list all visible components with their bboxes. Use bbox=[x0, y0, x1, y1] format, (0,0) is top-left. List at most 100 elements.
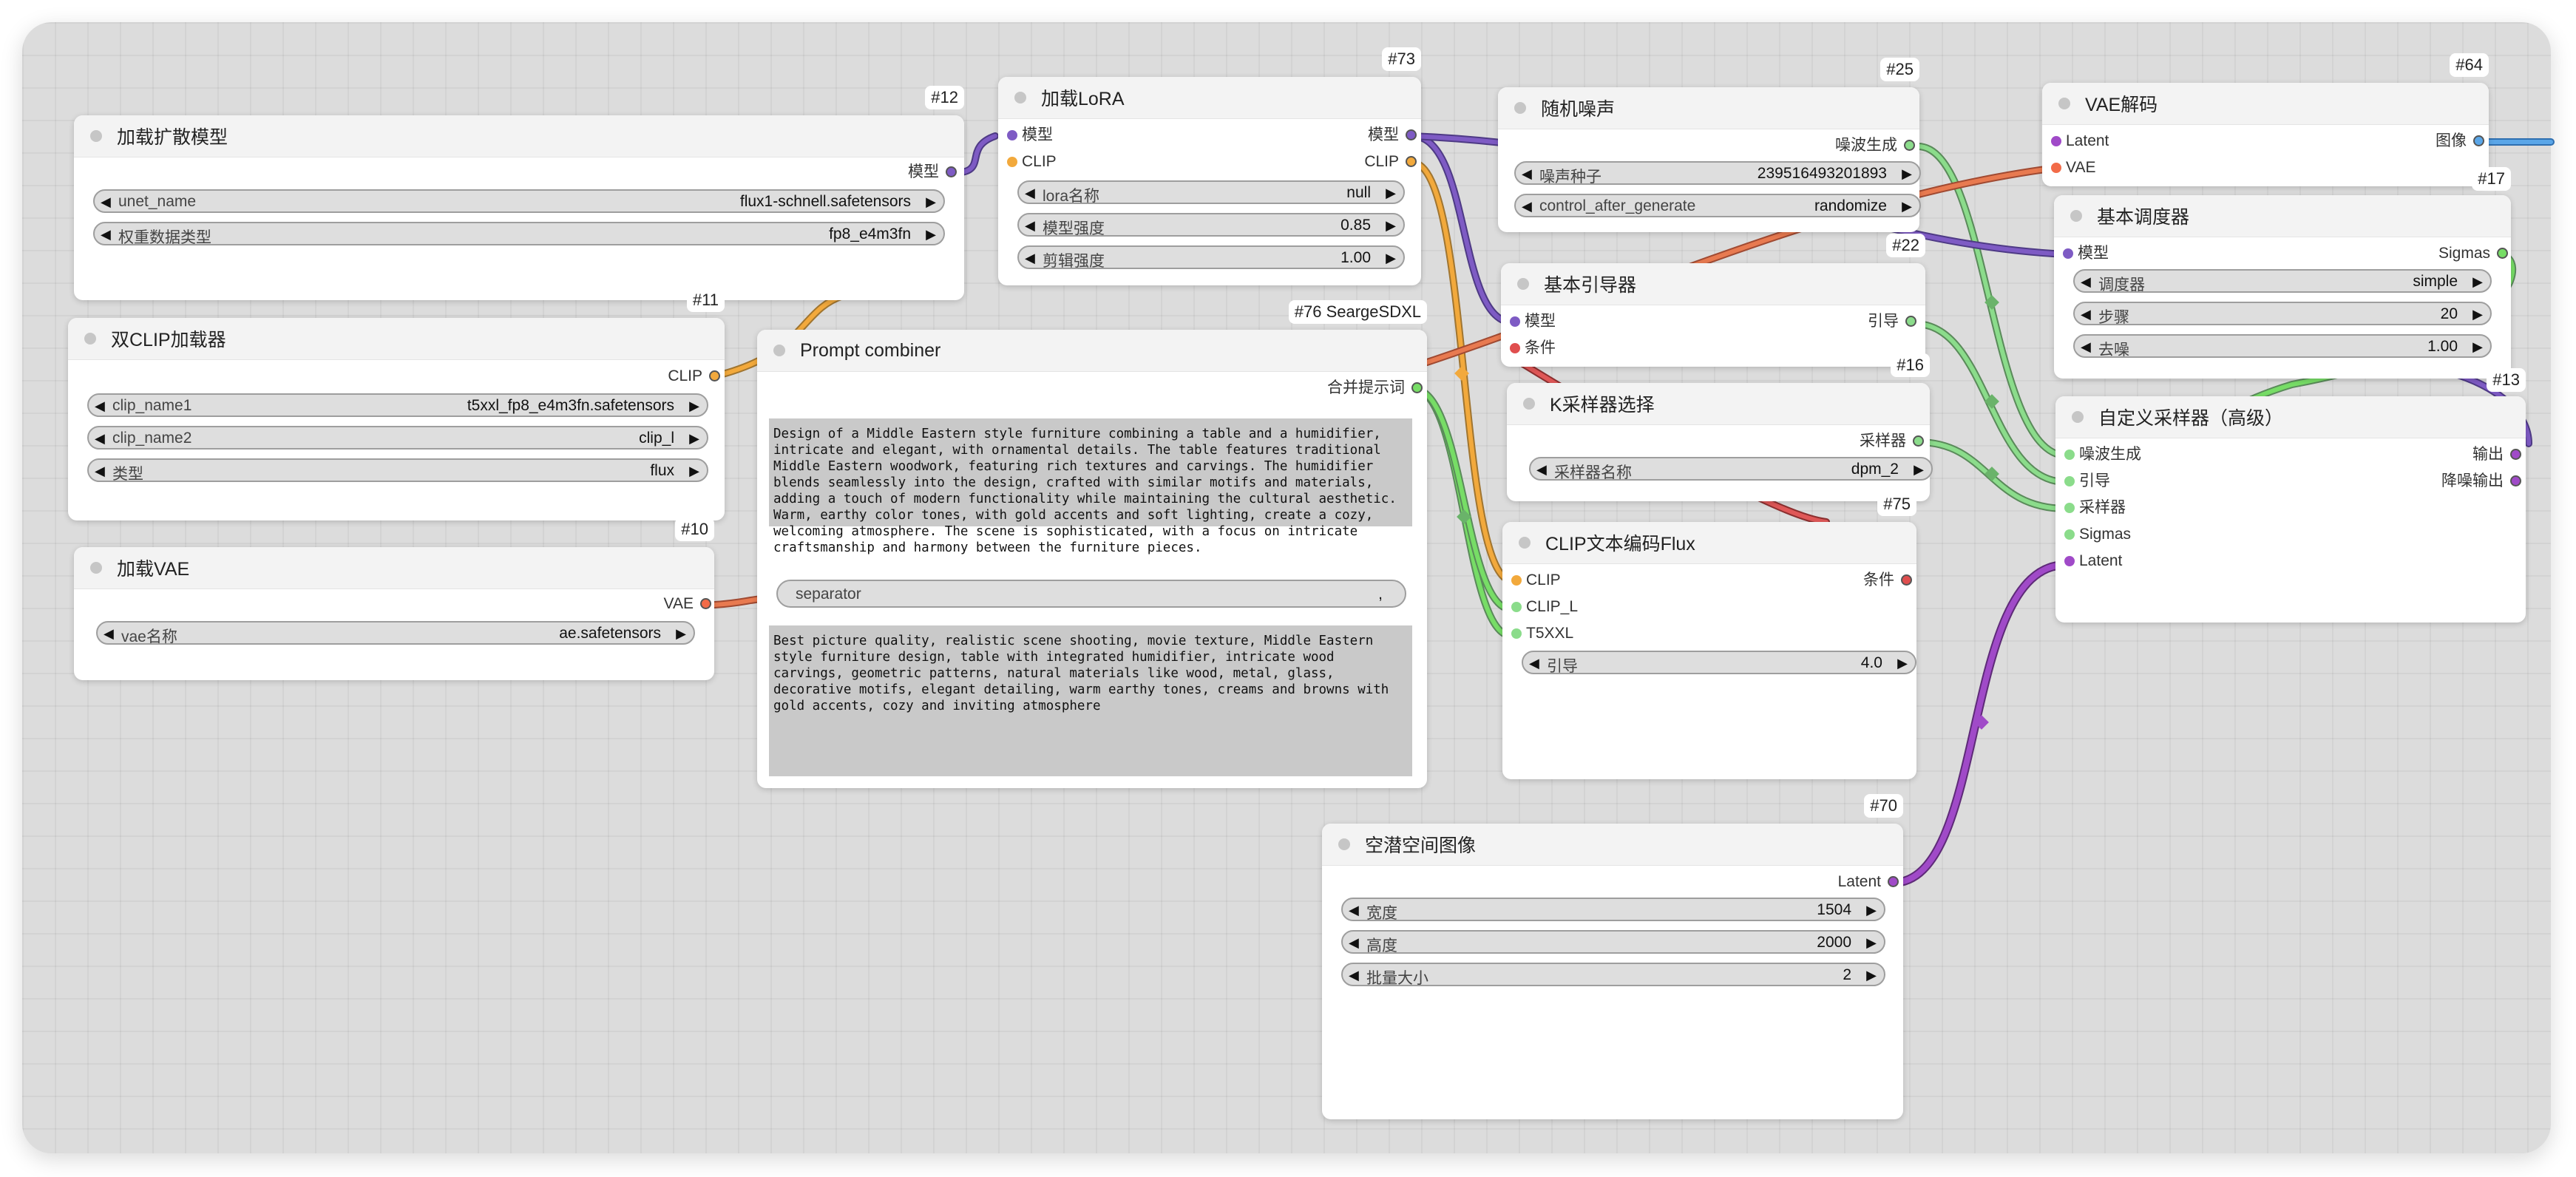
collapse-dot-icon[interactable] bbox=[90, 130, 102, 142]
input-conditioning[interactable]: 条件 bbox=[1510, 339, 1556, 358]
collapse-dot-icon[interactable] bbox=[1514, 102, 1526, 114]
widget-scheduler[interactable]: ◀ 调度器 simple ▶ bbox=[2073, 269, 2492, 294]
widget-lora-name[interactable]: ◀ lora名称 null ▶ bbox=[1017, 180, 1405, 205]
output-dot-icon[interactable] bbox=[1905, 316, 1916, 327]
node-load-vae[interactable]: #10 加载VAE VAE ◀ vae名称 ae.safetensors ▶ bbox=[74, 518, 714, 680]
output-dot-icon[interactable] bbox=[2497, 248, 2508, 259]
input-dot-icon[interactable] bbox=[1007, 157, 1017, 167]
input-sampler[interactable]: 采样器 bbox=[2064, 498, 2126, 518]
arrow-left-icon[interactable]: ◀ bbox=[101, 192, 111, 211]
output-dot-icon[interactable] bbox=[700, 598, 711, 609]
input-t5xxl[interactable]: T5XXL bbox=[1511, 624, 1573, 643]
collapse-dot-icon[interactable] bbox=[1014, 92, 1026, 104]
widget-clip-strength[interactable]: ◀ 剪辑强度 1.00 ▶ bbox=[1017, 245, 1405, 270]
widget-control-after-generate[interactable]: ◀ control_after_generate randomize ▶ bbox=[1514, 194, 1921, 217]
input-clip[interactable]: CLIP bbox=[1511, 571, 1561, 590]
arrow-left-icon[interactable]: ◀ bbox=[101, 225, 111, 244]
input-dot-icon[interactable] bbox=[2051, 136, 2061, 146]
node-vae-decode[interactable]: #64 VAE解码 Latent VAE 图像 bbox=[2042, 53, 2489, 186]
widget-steps[interactable]: ◀ 步骤 20 ▶ bbox=[2073, 302, 2492, 326]
widget-noise-seed[interactable]: ◀ 噪声种子 239516493201893 ▶ bbox=[1514, 161, 1921, 186]
separator-field[interactable]: separator , bbox=[776, 580, 1406, 608]
arrow-right-icon[interactable]: ▶ bbox=[676, 624, 686, 643]
output-dot-icon[interactable] bbox=[1406, 129, 1417, 140]
output-noise[interactable]: 噪波生成 bbox=[1835, 136, 1915, 155]
node-empty-latent-image[interactable]: #70 空潜空间图像 Latent ◀ 宽度 1504 ▶ ◀ 高度 2000 … bbox=[1322, 794, 1903, 1119]
node-sampler-custom-advanced[interactable]: #13 自定义采样器（高级） 噪波生成 引导 采样器 Sigmas Latent… bbox=[2055, 368, 2526, 623]
input-dot-icon[interactable] bbox=[2064, 556, 2075, 566]
input-noise[interactable]: 噪波生成 bbox=[2064, 445, 2141, 464]
arrow-right-icon[interactable]: ▶ bbox=[1386, 183, 1396, 203]
node-random-noise[interactable]: #25 随机噪声 噪波生成 ◀ 噪声种子 239516493201893 ▶ ◀… bbox=[1498, 58, 1921, 232]
widget-model-strength[interactable]: ◀ 模型强度 0.85 ▶ bbox=[1017, 213, 1405, 237]
collapse-dot-icon[interactable] bbox=[2072, 411, 2084, 423]
output-dot-icon[interactable] bbox=[1901, 574, 1912, 586]
collapse-dot-icon[interactable] bbox=[90, 562, 102, 574]
arrow-left-icon[interactable]: ◀ bbox=[1349, 900, 1359, 920]
output-dot-icon[interactable] bbox=[2510, 475, 2521, 486]
widget-clip-name2[interactable]: ◀ clip_name2 clip_l ▶ bbox=[87, 426, 708, 450]
collapse-dot-icon[interactable] bbox=[1517, 278, 1529, 290]
widget-clip-name1[interactable]: ◀ clip_name1 t5xxl_fp8_e4m3fn.safetensor… bbox=[87, 393, 708, 417]
node-title-bar[interactable]: 随机噪声 bbox=[1498, 87, 1919, 129]
output-dot-icon[interactable] bbox=[709, 370, 720, 381]
output-denoised[interactable]: 降噪输出 bbox=[2441, 472, 2521, 491]
widget-guidance[interactable]: ◀ 引导 4.0 ▶ bbox=[1522, 651, 1916, 675]
arrow-left-icon[interactable]: ◀ bbox=[95, 429, 105, 448]
arrow-right-icon[interactable]: ▶ bbox=[1902, 197, 1912, 216]
input-dot-icon[interactable] bbox=[1511, 628, 1522, 639]
output-dot-icon[interactable] bbox=[1904, 140, 1915, 151]
node-title-bar[interactable]: 空潜空间图像 bbox=[1322, 824, 1903, 866]
collapse-dot-icon[interactable] bbox=[1523, 398, 1535, 410]
output-vae[interactable]: VAE bbox=[664, 594, 711, 614]
arrow-right-icon[interactable]: ▶ bbox=[1897, 654, 1908, 673]
input-guider[interactable]: 引导 bbox=[2064, 472, 2110, 491]
output-dot-icon[interactable] bbox=[2510, 449, 2521, 460]
widget-denoise[interactable]: ◀ 去噪 1.00 ▶ bbox=[2073, 334, 2492, 359]
arrow-left-icon[interactable]: ◀ bbox=[1522, 164, 1532, 183]
arrow-right-icon[interactable]: ▶ bbox=[2472, 305, 2483, 324]
prompt-text-1[interactable]: Design of a Middle Eastern style furnitu… bbox=[769, 418, 1412, 555]
node-basic-guider[interactable]: #22 基本引导器 模型 条件 引导 bbox=[1501, 234, 1925, 367]
input-clip-l[interactable]: CLIP_L bbox=[1511, 597, 1578, 617]
arrow-left-icon[interactable]: ◀ bbox=[1349, 933, 1359, 952]
output-clip[interactable]: CLIP bbox=[1364, 152, 1417, 172]
arrow-left-icon[interactable]: ◀ bbox=[2081, 337, 2091, 356]
widget-unet-name[interactable]: ◀ unet_name flux1-schnell.safetensors ▶ bbox=[93, 189, 945, 213]
collapse-dot-icon[interactable] bbox=[773, 345, 785, 356]
node-title-bar[interactable]: 基本调度器 bbox=[2054, 195, 2511, 237]
node-title-bar[interactable]: VAE解码 bbox=[2042, 83, 2489, 125]
node-title-bar[interactable]: 自定义采样器（高级） bbox=[2055, 396, 2526, 438]
output-guider[interactable]: 引导 bbox=[1868, 312, 1916, 331]
collapse-dot-icon[interactable] bbox=[1338, 838, 1350, 850]
input-dot-icon[interactable] bbox=[1510, 316, 1520, 327]
output-dot-icon[interactable] bbox=[1888, 876, 1899, 887]
output-dot-icon[interactable] bbox=[1406, 156, 1417, 167]
input-dot-icon[interactable] bbox=[2051, 163, 2061, 173]
node-title-bar[interactable]: 加载LoRA bbox=[998, 77, 1421, 119]
node-ksampler-select[interactable]: #16 K采样器选择 采样器 ◀ 采样器名称 dpm_2 ▶ bbox=[1507, 353, 1933, 501]
prompt-text-2[interactable]: Best picture quality, realistic scene sh… bbox=[769, 625, 1412, 776]
arrow-right-icon[interactable]: ▶ bbox=[2472, 337, 2483, 356]
widget-sampler-name[interactable]: ◀ 采样器名称 dpm_2 ▶ bbox=[1529, 457, 1933, 481]
output-sigmas[interactable]: Sigmas bbox=[2438, 244, 2508, 263]
output-conditioning[interactable]: 条件 bbox=[1863, 571, 1912, 590]
input-model[interactable]: 模型 bbox=[2063, 244, 2109, 263]
arrow-right-icon[interactable]: ▶ bbox=[926, 225, 936, 244]
input-dot-icon[interactable] bbox=[2064, 476, 2075, 486]
input-model[interactable]: 模型 bbox=[1510, 312, 1556, 331]
input-dot-icon[interactable] bbox=[1511, 602, 1522, 612]
widget-width[interactable]: ◀ 宽度 1504 ▶ bbox=[1341, 898, 1885, 922]
node-title-bar[interactable]: Prompt combiner bbox=[757, 330, 1427, 372]
arrow-right-icon[interactable]: ▶ bbox=[689, 461, 699, 481]
node-load-lora[interactable]: #73 加载LoRA 模型 CLIP 模型 CLIP ◀ lora名称 null… bbox=[998, 47, 1421, 285]
input-dot-icon[interactable] bbox=[1007, 130, 1017, 140]
arrow-left-icon[interactable]: ◀ bbox=[1536, 460, 1547, 479]
input-dot-icon[interactable] bbox=[2064, 529, 2075, 540]
node-title-bar[interactable]: 双CLIP加载器 bbox=[68, 318, 725, 360]
node-title-bar[interactable]: K采样器选择 bbox=[1507, 383, 1930, 425]
node-load-diffusion-model[interactable]: #12 加载扩散模型 模型 ◀ unet_name flux1-schnell.… bbox=[74, 86, 964, 300]
node-title-bar[interactable]: 加载扩散模型 bbox=[74, 115, 964, 157]
arrow-left-icon[interactable]: ◀ bbox=[95, 396, 105, 415]
node-title-bar[interactable]: CLIP文本编码Flux bbox=[1502, 522, 1916, 564]
